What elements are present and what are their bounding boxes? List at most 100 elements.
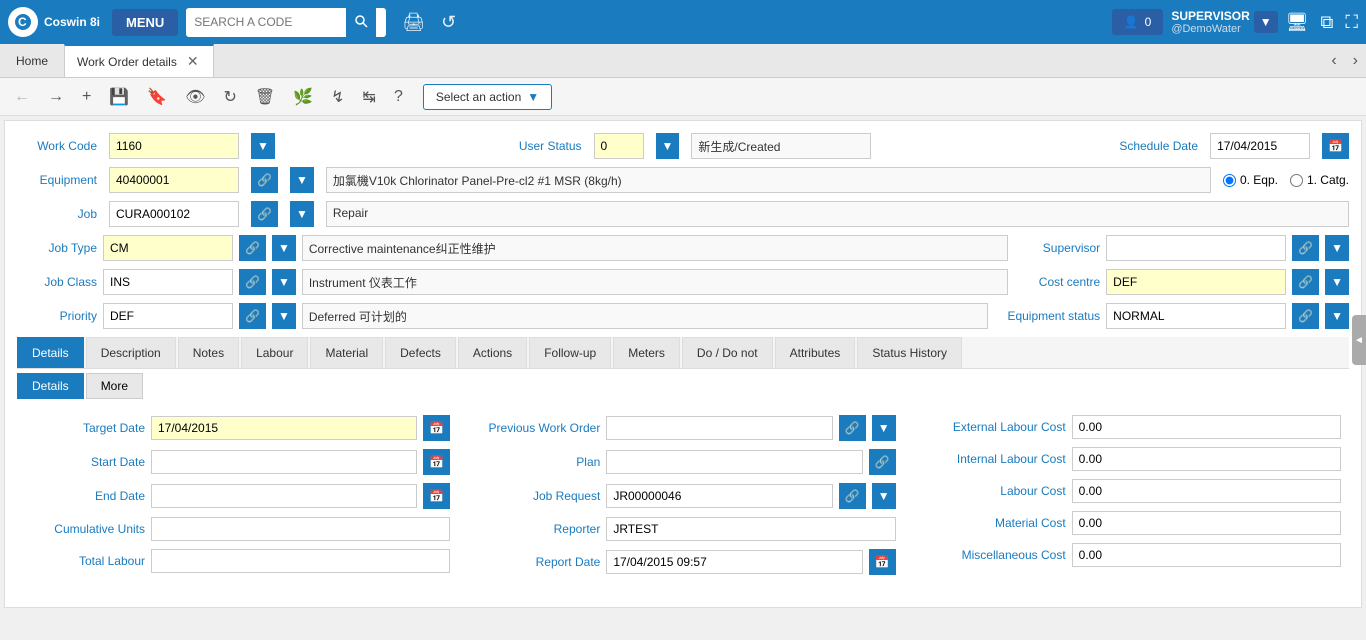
job-type-link-btn[interactable]: 🔗 — [239, 235, 266, 261]
tab-actions[interactable]: Actions — [458, 337, 527, 368]
tab-defects[interactable]: Defects — [385, 337, 456, 368]
export-button[interactable]: ↹ — [357, 83, 382, 111]
equipment-status-link-btn[interactable]: 🔗 — [1292, 303, 1319, 329]
tab-dodonot[interactable]: Do / Do not — [682, 337, 773, 368]
search-input[interactable] — [186, 9, 346, 35]
user-dropdown-button[interactable]: ▼ — [1254, 11, 1278, 33]
equipment-link-btn[interactable]: 🔗 — [251, 167, 278, 193]
tab-prev-button[interactable]: ‹ — [1323, 44, 1344, 77]
material-cost-input[interactable] — [1072, 511, 1341, 535]
equipment-dropdown[interactable]: ▼ — [290, 167, 314, 193]
total-labour-input[interactable] — [151, 549, 450, 573]
catg-radio-label[interactable]: 1. Catg. — [1290, 173, 1349, 187]
report-date-picker[interactable]: 📅 — [869, 549, 896, 575]
user-status-dropdown[interactable]: ▼ — [656, 133, 680, 159]
eqp-radio[interactable] — [1223, 174, 1236, 187]
priority-input[interactable] — [103, 303, 233, 329]
priority-dropdown[interactable]: ▼ — [272, 303, 296, 329]
window-icon[interactable]: ⧉ — [1321, 12, 1334, 33]
job-request-dropdown[interactable]: ▼ — [872, 483, 896, 509]
supervisor-input[interactable] — [1106, 235, 1286, 261]
target-date-input[interactable] — [151, 416, 417, 440]
job-input[interactable] — [109, 201, 239, 227]
start-date-input[interactable] — [151, 450, 417, 474]
eqp-radio-label[interactable]: 0. Eqp. — [1223, 173, 1278, 187]
view-button[interactable]: 👁 — [179, 83, 211, 111]
save-button[interactable]: 💾 — [103, 83, 135, 111]
job-class-link-btn[interactable]: 🔗 — [239, 269, 266, 295]
job-request-link-btn[interactable]: 🔗 — [839, 483, 866, 509]
back-button[interactable]: ← — [8, 84, 36, 110]
job-link-btn[interactable]: 🔗 — [251, 201, 278, 227]
tab-close-button[interactable]: ✕ — [185, 53, 201, 70]
target-date-picker[interactable]: 📅 — [423, 415, 450, 441]
monitor-icon[interactable]: 🖥 — [1286, 12, 1309, 33]
refresh-icon[interactable]: ↺ — [441, 12, 456, 33]
labour-cost-input[interactable] — [1072, 479, 1341, 503]
plan-input[interactable] — [606, 450, 862, 474]
prev-wo-input[interactable] — [606, 416, 832, 440]
equipment-status-dropdown[interactable]: ▼ — [1325, 303, 1349, 329]
tab-meters[interactable]: Meters — [613, 337, 680, 368]
tab-followup[interactable]: Follow-up — [529, 337, 611, 368]
forward-button[interactable]: → — [42, 84, 70, 110]
tab-next-button[interactable]: › — [1345, 44, 1366, 77]
job-dropdown[interactable]: ▼ — [290, 201, 314, 227]
delete-button[interactable]: 🗑 — [249, 83, 281, 111]
cost-centre-dropdown[interactable]: ▼ — [1325, 269, 1349, 295]
plan-link-btn[interactable]: 🔗 — [869, 449, 896, 475]
work-code-input[interactable] — [109, 133, 239, 159]
tab-labour[interactable]: Labour — [241, 337, 308, 368]
cumulative-units-input[interactable] — [151, 517, 450, 541]
equipment-input[interactable] — [109, 167, 239, 193]
equipment-status-input[interactable] — [1106, 303, 1286, 329]
menu-button[interactable]: MENU — [112, 9, 178, 36]
fullscreen-icon[interactable]: ⛶ — [1345, 12, 1358, 33]
home-tab[interactable]: Home — [0, 44, 64, 77]
tab-status-history[interactable]: Status History — [857, 337, 962, 368]
tab-details[interactable]: Details — [17, 337, 84, 368]
print-icon[interactable]: 🖨 — [402, 12, 425, 33]
misc-cost-input[interactable] — [1072, 543, 1341, 567]
tab-material[interactable]: Material — [310, 337, 383, 368]
prev-wo-dropdown[interactable]: ▼ — [872, 415, 896, 441]
user-status-input[interactable] — [594, 133, 644, 159]
select-action-button[interactable]: Select an action ▼ — [423, 84, 552, 110]
priority-link-btn[interactable]: 🔗 — [239, 303, 266, 329]
ext-labour-cost-input[interactable] — [1072, 415, 1341, 439]
catg-radio[interactable] — [1290, 174, 1303, 187]
job-type-input[interactable] — [103, 235, 233, 261]
add-button[interactable]: + — [76, 84, 97, 110]
end-date-picker[interactable]: 📅 — [423, 483, 450, 509]
transfer-button[interactable]: ↯ — [325, 83, 350, 111]
supervisor-link-btn[interactable]: 🔗 — [1292, 235, 1319, 261]
work-order-tab[interactable]: Work Order details ✕ — [64, 44, 214, 77]
reporter-input[interactable] — [606, 517, 895, 541]
report-date-input[interactable] — [606, 550, 862, 574]
bookmark-button[interactable]: 🔖 — [141, 83, 173, 111]
notification-button[interactable]: 👤 0 — [1112, 9, 1164, 35]
sub-tab-details[interactable]: Details — [17, 373, 84, 399]
tab-attributes[interactable]: Attributes — [775, 337, 856, 368]
job-request-input[interactable] — [606, 484, 832, 508]
supervisor-dropdown[interactable]: ▼ — [1325, 235, 1349, 261]
leaf-button[interactable]: 🌿 — [287, 83, 319, 111]
schedule-date-input[interactable] — [1210, 133, 1310, 159]
cost-centre-link-btn[interactable]: 🔗 — [1292, 269, 1319, 295]
prev-wo-link-btn[interactable]: 🔗 — [839, 415, 866, 441]
help-button[interactable]: ? — [388, 84, 409, 110]
job-type-dropdown[interactable]: ▼ — [272, 235, 296, 261]
search-button[interactable] — [346, 8, 376, 37]
start-date-picker[interactable]: 📅 — [423, 449, 450, 475]
work-code-dropdown[interactable]: ▼ — [251, 133, 275, 159]
job-class-dropdown[interactable]: ▼ — [272, 269, 296, 295]
side-panel-toggle[interactable]: ◄ — [1352, 315, 1366, 365]
tab-notes[interactable]: Notes — [178, 337, 239, 368]
reload-button[interactable]: ↻ — [218, 83, 243, 111]
int-labour-cost-input[interactable] — [1072, 447, 1341, 471]
schedule-date-picker[interactable]: 📅 — [1322, 133, 1349, 159]
job-class-input[interactable] — [103, 269, 233, 295]
tab-description[interactable]: Description — [86, 337, 176, 368]
sub-tab-more[interactable]: More — [86, 373, 143, 399]
end-date-input[interactable] — [151, 484, 417, 508]
